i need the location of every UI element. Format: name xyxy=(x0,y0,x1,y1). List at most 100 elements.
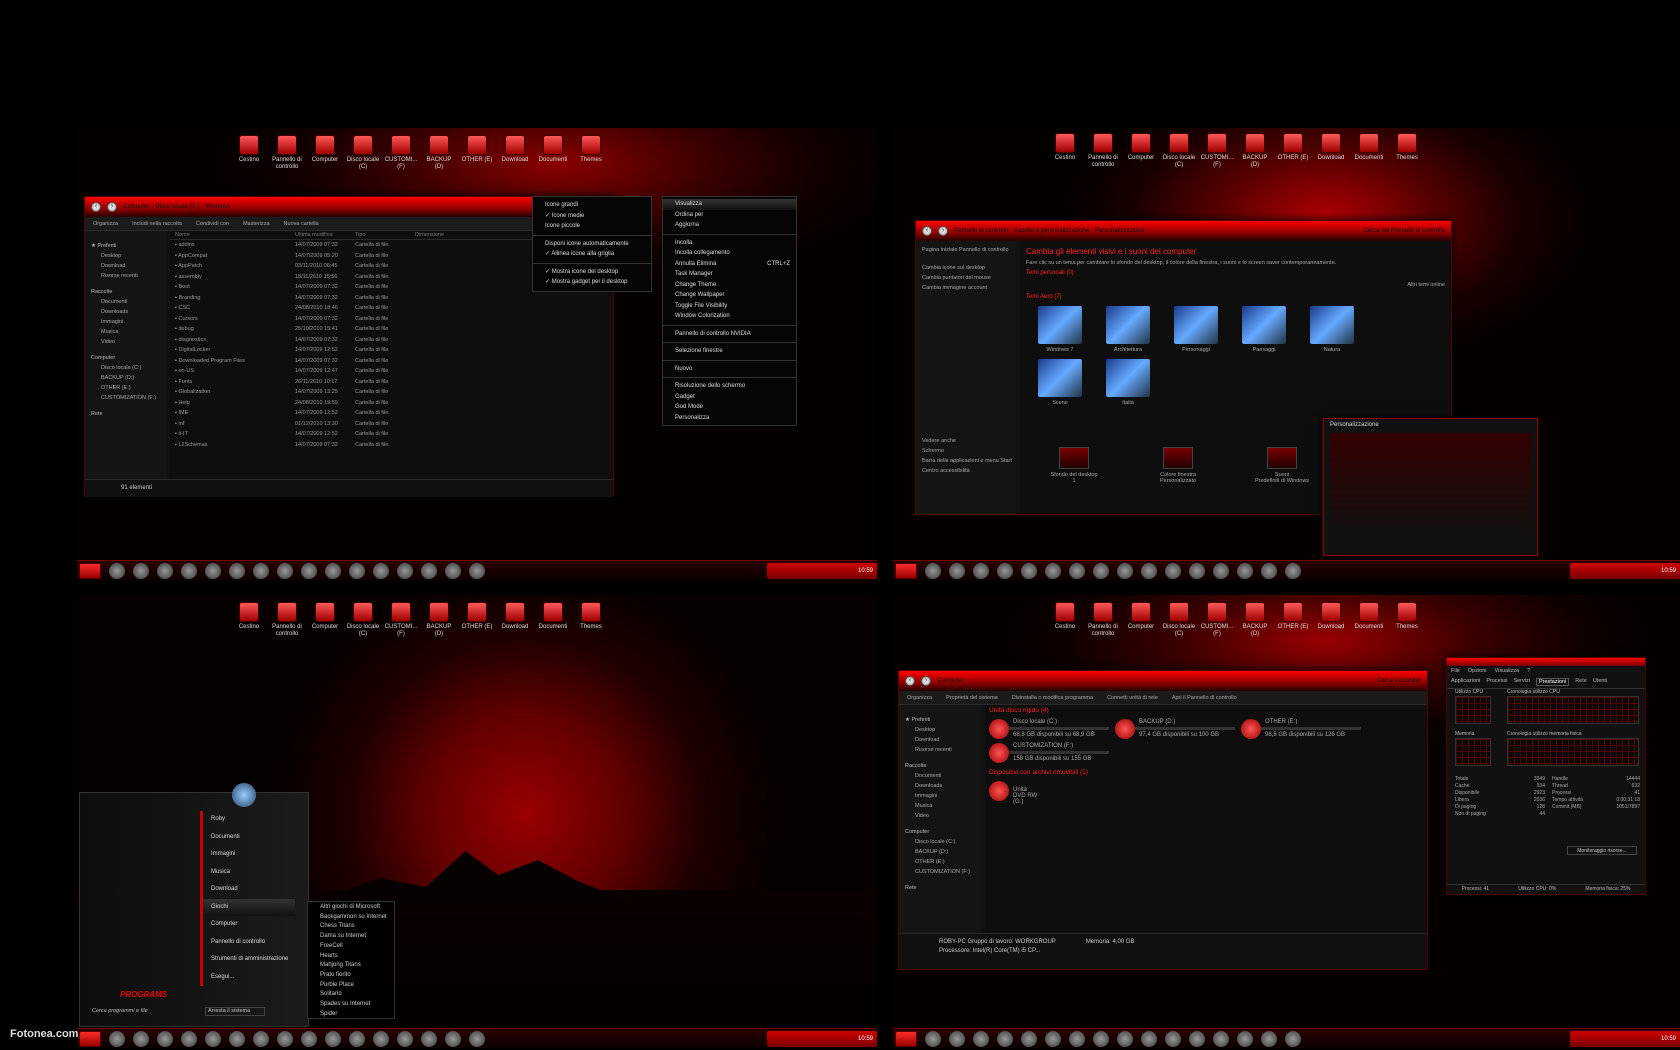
desktop-icon[interactable]: Themes xyxy=(574,135,608,171)
desktop-icon[interactable]: BACKUP (D) xyxy=(1238,133,1272,169)
computer-header[interactable]: Computer xyxy=(91,353,161,363)
taskbar-app-icon[interactable] xyxy=(1117,562,1133,579)
sidebar-item[interactable]: Download xyxy=(905,735,975,745)
sidebar-item[interactable]: Downloads xyxy=(91,307,161,317)
desktop-icon[interactable]: BACKUP (D) xyxy=(422,135,456,171)
sidebar-item[interactable]: Documenti xyxy=(91,297,161,307)
online-themes-link[interactable]: Altri temi online xyxy=(1026,282,1445,288)
table-row[interactable]: ▪ en-US 14/07/2009 12:47 Cartella di file xyxy=(169,366,613,377)
desktop-icon[interactable]: Cestino xyxy=(232,602,266,638)
sidebar-item[interactable]: Immagini xyxy=(91,317,161,327)
sidebar-item[interactable]: Disco locale (C:) xyxy=(91,363,161,373)
sidebar-item[interactable]: Musica xyxy=(905,801,975,811)
taskbar-app-icon[interactable] xyxy=(1141,1030,1157,1047)
table-row[interactable]: ▪ CSC 24/08/2010 18:46 Cartella di file xyxy=(169,303,613,314)
taskbar-app-icon[interactable] xyxy=(277,562,293,579)
taskbar-app-icon[interactable] xyxy=(1261,562,1277,579)
taskbar-app-icon[interactable] xyxy=(205,562,221,579)
theme-item[interactable]: Windows 7 xyxy=(1026,306,1094,353)
sidebar-item[interactable]: Desktop xyxy=(905,725,975,735)
game-item[interactable]: Altri giochi di Microsoft xyxy=(308,903,394,913)
desktop-icon[interactable]: OTHER (E) xyxy=(1276,602,1310,638)
menu-item[interactable]: Annulla Elimina CTRL+Z xyxy=(663,259,796,270)
desktop-icon[interactable]: Disco locale (C) xyxy=(1162,133,1196,169)
start-button[interactable] xyxy=(895,1030,917,1047)
libraries-header[interactable]: Raccolte xyxy=(91,287,161,297)
start-search-input[interactable]: Cerca programmi e file xyxy=(92,1008,192,1014)
taskbar-app-icon[interactable] xyxy=(205,1030,221,1047)
system-tray[interactable]: 10:59 xyxy=(1570,562,1680,579)
menu-item[interactable]: Incolla xyxy=(663,233,796,249)
taskbar-app-icon[interactable] xyxy=(925,1030,941,1047)
taskbar-app-icon[interactable] xyxy=(1165,1030,1181,1047)
theme-item[interactable]: Natura xyxy=(1298,306,1366,353)
taskbar-app-icon[interactable] xyxy=(1285,562,1301,579)
table-row[interactable]: ▪ Branding 14/07/2009 07:32 Cartella di fi… xyxy=(169,293,613,304)
menu-item[interactable]: Selezione finestre xyxy=(663,342,796,357)
system-tray[interactable]: 10:59 xyxy=(767,562,877,579)
taskbar-app-icon[interactable] xyxy=(1213,1030,1229,1047)
taskbar-app-icon[interactable] xyxy=(253,562,269,579)
taskbar-app-icon[interactable] xyxy=(349,562,365,579)
drive-item[interactable]: CUSTOMIZATION (F:) 158 GB disponibili su … xyxy=(989,743,1109,763)
desktop-icon[interactable]: Pannello di controllo xyxy=(1086,133,1120,169)
tab[interactable]: Servizi xyxy=(1513,678,1530,686)
network-header[interactable]: Rete xyxy=(91,409,161,419)
tab[interactable]: Utenti xyxy=(1593,678,1607,686)
taskbar-app-icon[interactable] xyxy=(349,1030,365,1047)
taskbar-app-icon[interactable] xyxy=(109,1030,125,1047)
taskbar-app-icon[interactable] xyxy=(469,1030,485,1047)
dvd-drive[interactable]: Unità DVD RW (G:) xyxy=(989,781,1041,805)
table-row[interactable]: ▪ inf 01/12/2010 13:30 Cartella di file xyxy=(169,419,613,430)
table-row[interactable]: ▪ Downloaded Program Files 14/07/2009 07:… xyxy=(169,356,613,367)
menu-item[interactable]: ✓ Allinea icone alla griglia xyxy=(533,249,651,260)
back-button[interactable]: ‹ xyxy=(922,226,932,236)
taskbar-app-icon[interactable] xyxy=(253,1030,269,1047)
task-link[interactable]: Cambia immagine account xyxy=(922,283,1010,293)
sidebar-item[interactable]: CUSTOMIZATION (F:) xyxy=(91,393,161,403)
sidebar-item[interactable]: CUSTOMIZATION (F:) xyxy=(905,867,975,877)
desktop-icon[interactable]: CUSTOMI... (F) xyxy=(384,602,418,638)
theme-setting[interactable]: Colore finestra Personalizzato xyxy=(1144,447,1212,484)
taskbar-app-icon[interactable] xyxy=(1237,1030,1253,1047)
drive-item[interactable]: BACKUP (D:) 97,4 GB disponibili su 100 GB xyxy=(1115,719,1235,739)
taskbar-app-icon[interactable] xyxy=(301,562,317,579)
sidebar-item[interactable]: Desktop xyxy=(91,251,161,261)
sidebar-item[interactable]: Download xyxy=(91,261,161,271)
toolbar-button[interactable]: Connetti unità di rete xyxy=(1107,695,1158,701)
menu-item[interactable]: Opzioni xyxy=(1468,668,1487,674)
theme-setting[interactable]: Suoni Predefiniti di Windows xyxy=(1248,447,1316,484)
back-button[interactable]: ‹ xyxy=(91,202,101,212)
menu-item[interactable]: Icone grandi xyxy=(533,200,651,211)
table-row[interactable]: ▪ Help 24/08/2010 19:59 Cartella di file xyxy=(169,398,613,409)
desktop-icon[interactable]: Cestino xyxy=(232,135,266,171)
sidebar-item[interactable]: Video xyxy=(91,337,161,347)
game-item[interactable]: Chess Titans xyxy=(308,922,394,932)
taskbar-app-icon[interactable] xyxy=(157,562,173,579)
breadcrumb-item[interactable]: Computer xyxy=(123,204,149,210)
taskbar-app-icon[interactable] xyxy=(1045,562,1061,579)
menu-item[interactable]: Nuovo xyxy=(663,359,796,375)
game-item[interactable]: Hearts xyxy=(308,952,394,962)
desktop-icon[interactable]: Pannello di controllo xyxy=(270,135,304,171)
forward-button[interactable]: › xyxy=(921,676,931,686)
menu-item[interactable]: Visualizza xyxy=(663,199,796,210)
menu-item[interactable]: Personalizza xyxy=(663,413,796,424)
task-link[interactable]: Pagina iniziale Pannello di controllo xyxy=(922,245,1010,255)
desktop-icon[interactable]: Disco locale (C) xyxy=(1162,602,1196,638)
taskbar-app-icon[interactable] xyxy=(1285,1030,1301,1047)
desktop-icon[interactable]: Documenti xyxy=(1352,602,1386,638)
taskbar-app-icon[interactable] xyxy=(1069,1030,1085,1047)
menu-item[interactable]: Change Wallpaper xyxy=(663,290,796,301)
toolbar-button[interactable]: Disinstalla o modifica programma xyxy=(1012,695,1093,701)
toolbar-button[interactable]: Organizza xyxy=(907,695,932,701)
menu-item[interactable]: ✓ Mostra gadget per il desktop xyxy=(533,277,651,288)
desktop-icon[interactable]: Themes xyxy=(1390,133,1424,169)
menu-item[interactable]: ✓ Mostra icone del desktop xyxy=(533,262,651,278)
taskbar-app-icon[interactable] xyxy=(1093,1030,1109,1047)
taskbar-app-icon[interactable] xyxy=(373,562,389,579)
taskbar-app-icon[interactable] xyxy=(1117,1030,1133,1047)
taskbar-app-icon[interactable] xyxy=(421,1030,437,1047)
system-tray[interactable]: 10:59 xyxy=(767,1030,877,1047)
menu-item[interactable]: God Mode xyxy=(663,402,796,413)
